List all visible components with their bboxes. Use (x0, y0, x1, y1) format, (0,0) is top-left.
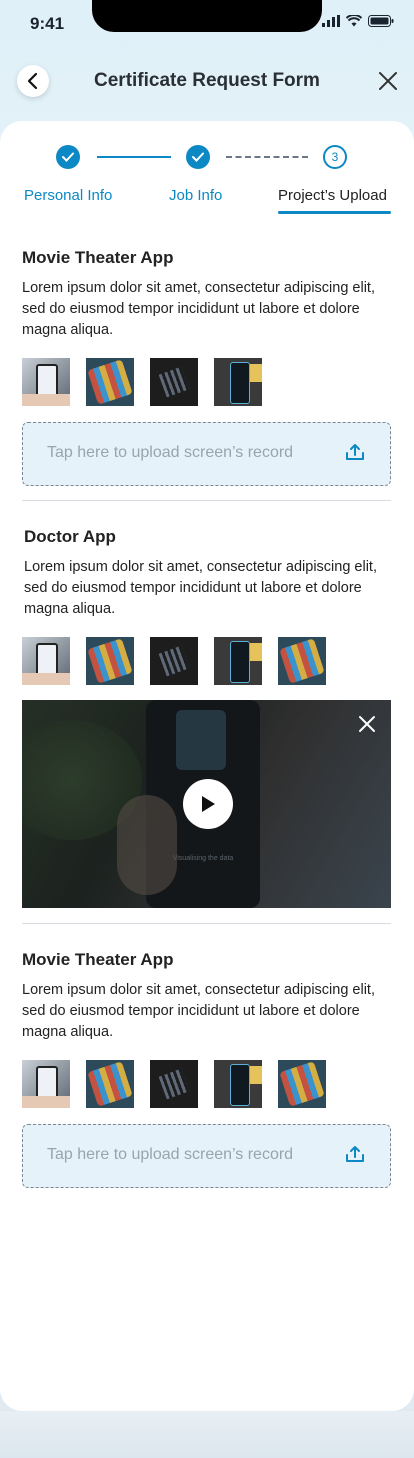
upload-label: Tap here to upload screen’s record (47, 1146, 294, 1163)
header: Certificate Request Form (0, 60, 414, 104)
step-connector-1 (97, 156, 171, 158)
wifi-icon (346, 15, 362, 27)
section-divider (22, 500, 391, 501)
project-description: Lorem ipsum dolor sit amet, consectetur … (22, 280, 375, 338)
thumbnail-phone-hand[interactable] (22, 358, 70, 406)
close-button[interactable] (377, 70, 399, 92)
tab-job-info[interactable]: Job Info (169, 187, 222, 204)
thumbnail-home-screen[interactable] (86, 637, 134, 685)
project-title: Doctor App (24, 527, 116, 546)
cellular-signal-icon (322, 15, 340, 27)
project-title: Movie Theater App (22, 248, 174, 267)
thumbnail-phone-dark[interactable] (214, 358, 262, 406)
thumbnail-phone-hand[interactable] (22, 637, 70, 685)
thumbnail-phone-dark[interactable] (214, 1060, 262, 1108)
step-2-check (186, 145, 210, 169)
screenshot-thumbnails (22, 358, 392, 406)
upload-icon (346, 1146, 364, 1162)
thumbnail-dark-grid[interactable] (150, 637, 198, 685)
project-title: Movie Theater App (22, 950, 174, 969)
thumbnail-dark-grid[interactable] (150, 1060, 198, 1108)
thumbnail-phone-hand[interactable] (22, 1060, 70, 1108)
screenshot-thumbnails (22, 637, 394, 685)
upload-label: Tap here to upload screen’s record (47, 444, 294, 461)
upload-record-button[interactable]: Tap here to upload screen’s record (22, 1124, 391, 1188)
project-description: Lorem ipsum dolor sit amet, consectetur … (24, 559, 377, 617)
section-divider (22, 923, 391, 924)
step-connector-2 (226, 156, 308, 158)
play-icon (202, 796, 215, 812)
page-title: Certificate Request Form (94, 70, 320, 91)
thumbnail-home-screen[interactable] (278, 1060, 326, 1108)
upload-icon (346, 444, 364, 460)
screenshot-thumbnails (22, 1060, 392, 1108)
remove-video-button[interactable] (358, 715, 376, 738)
tab-personal-info[interactable]: Personal Info (24, 187, 112, 204)
status-icons (322, 15, 394, 27)
check-icon (62, 152, 74, 162)
project-section-1: Movie Theater App Lorem ipsum dolor sit … (22, 248, 392, 486)
stepper: 3 (0, 145, 414, 175)
close-icon (359, 716, 375, 732)
status-time: 9:41 (30, 14, 65, 33)
check-icon (192, 152, 204, 162)
thumbnail-dark-grid[interactable] (150, 358, 198, 406)
upload-record-button[interactable]: Tap here to upload screen’s record (22, 422, 391, 486)
play-button[interactable] (183, 779, 233, 829)
close-icon (379, 72, 397, 90)
active-tab-indicator (278, 211, 391, 214)
project-description: Lorem ipsum dolor sit amet, consectetur … (22, 982, 375, 1040)
bottom-area (0, 1411, 414, 1458)
battery-icon (368, 15, 394, 27)
step-3-number: 3 (323, 145, 347, 169)
notch (92, 0, 322, 32)
thumbnail-phone-dark[interactable] (214, 637, 262, 685)
thumbnail-home-screen[interactable] (86, 1060, 134, 1108)
tab-projects-upload[interactable]: Project’s Upload (278, 187, 387, 204)
thumbnail-home-screen[interactable] (86, 358, 134, 406)
project-section-3: Movie Theater App Lorem ipsum dolor sit … (22, 950, 392, 1188)
form-card: 3 Personal Info Job Info Project’s Uploa… (0, 121, 414, 1411)
video-preview[interactable]: Visualising the data (22, 700, 391, 908)
thumbnail-home-screen[interactable] (278, 637, 326, 685)
step-1-check (56, 145, 80, 169)
project-section-2: Doctor App Lorem ipsum dolor sit amet, c… (22, 527, 394, 685)
